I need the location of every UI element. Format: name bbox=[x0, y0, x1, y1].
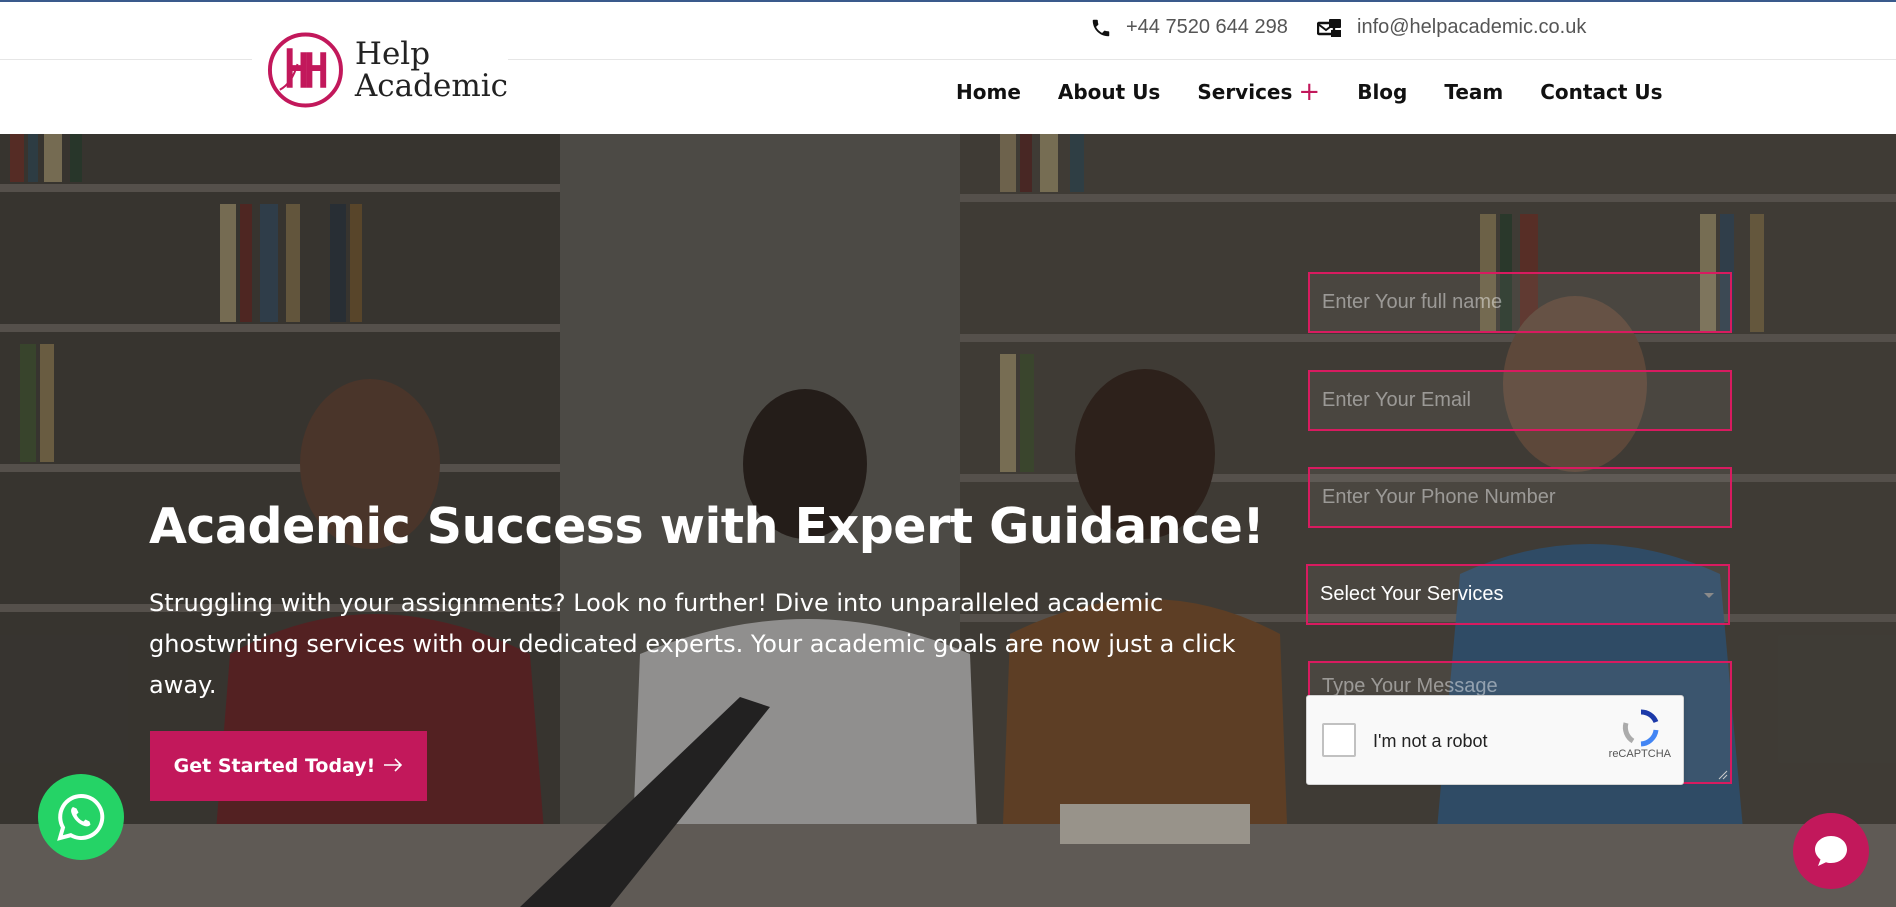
get-started-label: Get Started Today! bbox=[173, 755, 376, 777]
nav-team[interactable]: Team bbox=[1444, 80, 1503, 104]
nav-blog-label: Blog bbox=[1357, 80, 1408, 104]
header-phone[interactable]: +44 7520 644 298 bbox=[1090, 16, 1288, 39]
live-chat-button[interactable] bbox=[1793, 813, 1869, 889]
logo-mark-icon bbox=[267, 32, 343, 108]
services-select[interactable]: Select Your Services bbox=[1306, 564, 1730, 625]
phone-number[interactable]: +44 7520 644 298 bbox=[1126, 16, 1288, 39]
phone-input[interactable]: Enter Your Phone Number bbox=[1308, 467, 1732, 528]
email-icon bbox=[1317, 17, 1343, 39]
chevron-down-icon bbox=[1702, 583, 1716, 606]
nav-services[interactable]: Services + bbox=[1197, 77, 1321, 107]
full-name-input[interactable]: Enter Your full name bbox=[1308, 272, 1732, 333]
chat-icon bbox=[1815, 836, 1847, 866]
recaptcha-label: I'm not a robot bbox=[1373, 731, 1488, 751]
site-header: +44 7520 644 298 info@helpacademic.co.uk… bbox=[0, 2, 1896, 134]
arrow-right-icon bbox=[383, 755, 403, 777]
nav-about-us[interactable]: About Us bbox=[1058, 80, 1160, 104]
email-address[interactable]: info@helpacademic.co.uk bbox=[1357, 16, 1586, 39]
whatsapp-button[interactable] bbox=[38, 774, 124, 860]
get-started-button[interactable]: Get Started Today! bbox=[150, 731, 427, 801]
recaptcha-brand: reCAPTCHA bbox=[1608, 748, 1671, 760]
logo-line-2: Academic bbox=[354, 68, 508, 104]
header-email[interactable]: info@helpacademic.co.uk bbox=[1317, 16, 1586, 39]
nav-services-label: Services bbox=[1197, 80, 1293, 104]
plus-icon: + bbox=[1298, 77, 1321, 107]
email-placeholder: Enter Your Email bbox=[1322, 389, 1471, 411]
site-logo[interactable]: Help Academic bbox=[252, 20, 508, 120]
logo-line-1: Help bbox=[354, 36, 431, 72]
phone-icon bbox=[1090, 17, 1112, 39]
services-selected-value: Select Your Services bbox=[1320, 583, 1504, 605]
phone-placeholder: Enter Your Phone Number bbox=[1322, 486, 1556, 508]
email-input[interactable]: Enter Your Email bbox=[1308, 370, 1732, 431]
nav-home-label: Home bbox=[956, 80, 1021, 104]
whatsapp-icon bbox=[57, 793, 105, 841]
nav-home[interactable]: Home bbox=[956, 80, 1021, 104]
nav-blog[interactable]: Blog bbox=[1357, 80, 1407, 104]
nav-contact-us-label: Contact Us bbox=[1540, 80, 1663, 104]
hero-title: Academic Success with Expert Guidance! bbox=[149, 498, 1265, 555]
recaptcha-logo-icon bbox=[1622, 709, 1659, 747]
recaptcha-checkbox[interactable] bbox=[1322, 723, 1356, 757]
logo-text: Help Academic bbox=[355, 38, 508, 102]
nav-team-label: Team bbox=[1444, 80, 1504, 104]
hero-description: Struggling with your assignments? Look n… bbox=[149, 589, 1236, 699]
full-name-placeholder: Enter Your full name bbox=[1322, 291, 1503, 313]
recaptcha-widget: I'm not a robot reCAPTCHA bbox=[1306, 695, 1684, 785]
main-nav: Home About Us Services + Blog Team Contac… bbox=[956, 77, 1700, 107]
nav-about-us-label: About Us bbox=[1057, 80, 1161, 104]
nav-contact-us[interactable]: Contact Us bbox=[1540, 80, 1662, 104]
resize-handle-icon[interactable] bbox=[1718, 770, 1728, 780]
hero-section: Academic Success with Expert Guidance! S… bbox=[0, 134, 1896, 907]
